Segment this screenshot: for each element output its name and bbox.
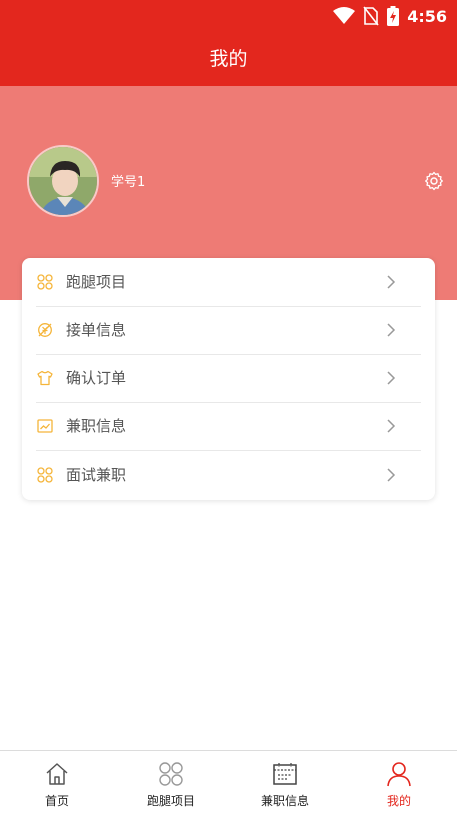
menu-item-label: 面试兼职 <box>66 466 127 484</box>
grid-icon <box>37 274 53 290</box>
tab-label: 跑腿项目 <box>146 794 195 808</box>
chevron-right-icon <box>387 371 396 385</box>
menu-item-confirm-order[interactable]: 确认订单 <box>22 354 435 402</box>
bottom-tab-bar: 首页 跑腿项目 兼职信息 我的 <box>0 750 457 814</box>
chevron-right-icon <box>387 468 396 482</box>
no-sim-icon <box>363 6 379 26</box>
tab-part-time-info[interactable]: 兼职信息 <box>228 751 342 815</box>
menu-item-label: 确认订单 <box>66 369 127 387</box>
menu-item-label: 兼职信息 <box>66 417 127 435</box>
menu-item-part-time-info[interactable]: 兼职信息 <box>22 402 435 450</box>
menu-card: 跑腿项目 接单信息 确认订单 兼职信息 面试兼职 <box>22 258 435 500</box>
grid-icon <box>37 467 53 483</box>
tab-label: 兼职信息 <box>260 794 309 808</box>
chart-icon <box>37 419 53 433</box>
app-header: 4:56 我的 <box>0 0 457 86</box>
menu-item-label: 接单信息 <box>66 321 127 339</box>
home-icon <box>46 763 68 785</box>
no-cash-icon <box>38 323 52 337</box>
tab-mine[interactable]: 我的 <box>342 751 456 815</box>
tab-label: 首页 <box>44 794 69 808</box>
battery-charging-icon <box>387 6 400 26</box>
tab-home[interactable]: 首页 <box>0 751 114 815</box>
grid-icon <box>159 762 183 786</box>
calendar-icon <box>273 763 297 785</box>
menu-item-errand-projects[interactable]: 跑腿项目 <box>22 258 435 306</box>
chevron-right-icon <box>387 275 396 289</box>
tab-errand-projects[interactable]: 跑腿项目 <box>114 751 228 815</box>
shirt-icon <box>37 370 53 386</box>
status-time: 4:56 <box>407 6 447 26</box>
user-icon <box>387 762 411 787</box>
wifi-icon <box>333 7 356 24</box>
page-title: 我的 <box>209 48 248 70</box>
menu-item-order-info[interactable]: 接单信息 <box>22 306 435 354</box>
chevron-right-icon <box>387 419 396 433</box>
student-id-label: 学号1 <box>111 175 146 190</box>
settings-gear-icon[interactable] <box>424 171 444 191</box>
chevron-right-icon <box>387 323 396 337</box>
tab-label: 我的 <box>386 794 411 808</box>
avatar[interactable] <box>27 145 99 217</box>
status-bar: 4:56 <box>333 5 447 27</box>
menu-item-interview-part-time[interactable]: 面试兼职 <box>22 451 435 499</box>
menu-item-label: 跑腿项目 <box>66 273 127 291</box>
